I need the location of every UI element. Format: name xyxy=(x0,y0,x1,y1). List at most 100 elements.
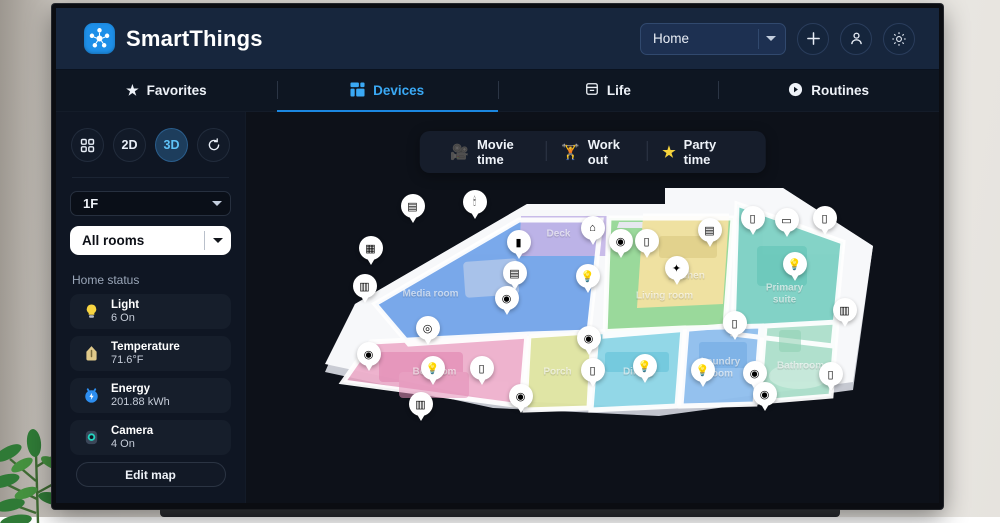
room-backdrop: SmartThings Home xyxy=(0,0,1000,517)
device-pin-washer[interactable]: ◎ xyxy=(416,316,440,346)
tab-life-label: Life xyxy=(607,83,631,98)
thermometer-icon xyxy=(81,344,101,364)
device-pin-ceiling-fan[interactable]: ✦ xyxy=(665,256,689,286)
pin-tip xyxy=(839,317,851,327)
two-d-icon: 2D xyxy=(122,138,138,152)
device-pin-light[interactable]: 💡 xyxy=(421,356,445,386)
device-pin-light[interactable]: 💡 xyxy=(691,358,715,388)
scene-movie-time[interactable]: 🎥 Movie time xyxy=(435,137,546,167)
tv-stand xyxy=(160,508,840,517)
device-pin-camera[interactable]: ◉ xyxy=(609,229,633,259)
device-pin-robot-vacuum[interactable]: ◉ xyxy=(495,286,519,316)
tab-favorites[interactable]: ★ Favorites xyxy=(56,70,277,111)
device-pin-floor-lamp[interactable]: 🕯 xyxy=(463,190,487,220)
pin-tip xyxy=(422,335,434,345)
device-pin-doorbell[interactable]: ⌂ xyxy=(581,216,605,246)
pin-tip xyxy=(587,377,599,387)
device-pin-air-purifier[interactable]: ▯ xyxy=(723,311,747,341)
scene-label: Work out xyxy=(588,137,633,167)
tab-routines-label: Routines xyxy=(811,83,869,98)
map-area[interactable]: 🎥 Movie time 🏋 Work out ★ Party time xyxy=(246,112,939,503)
smartthings-logo-icon xyxy=(84,23,115,54)
device-pin-washer[interactable]: ◉ xyxy=(753,382,777,412)
calendar-icon xyxy=(585,82,599,99)
device-pin-sensor[interactable]: ▯ xyxy=(581,358,605,388)
tab-devices[interactable]: Devices xyxy=(277,70,498,111)
device-pin-tv[interactable]: ▤ xyxy=(401,194,425,224)
pin-tip xyxy=(641,248,653,258)
edit-map-button[interactable]: Edit map xyxy=(76,462,226,487)
device-pin-speaker-tall[interactable]: ▯ xyxy=(813,206,837,236)
tab-life[interactable]: Life xyxy=(498,70,719,111)
rooms-select[interactable]: All rooms xyxy=(70,226,231,255)
header-actions: Home xyxy=(640,23,915,55)
view-mode-3d-button[interactable]: 3D xyxy=(155,128,188,162)
home-select[interactable]: Home xyxy=(640,23,786,55)
chevron-down-icon xyxy=(212,201,222,206)
floorplan-3d[interactable]: Media room Deck Living room Kitchen Prim… xyxy=(313,176,873,436)
device-pin-blind[interactable]: ▥ xyxy=(353,274,377,304)
app-title: SmartThings xyxy=(126,26,263,52)
device-pin-thermometer[interactable]: ▯ xyxy=(819,362,843,392)
status-card-temperature[interactable]: Temperature 71.6°F xyxy=(70,336,231,371)
grid-squares-icon xyxy=(350,82,365,100)
settings-button[interactable] xyxy=(883,23,915,55)
status-card-light[interactable]: Light 6 On xyxy=(70,294,231,329)
device-pin-speaker[interactable]: ▮ xyxy=(507,230,531,260)
person-icon xyxy=(849,31,864,46)
tv-screen: SmartThings Home xyxy=(56,8,939,503)
device-pin-air-dresser[interactable]: ▥ xyxy=(833,298,857,328)
edit-map-label: Edit map xyxy=(125,468,176,482)
pin-tip xyxy=(365,255,377,265)
pin-tip xyxy=(615,248,627,258)
device-pin-remote[interactable]: ▯ xyxy=(741,206,765,236)
tab-routines[interactable]: Routines xyxy=(718,70,939,111)
sidebar-divider xyxy=(72,177,229,178)
device-pin-light[interactable]: 💡 xyxy=(633,354,657,384)
account-button[interactable] xyxy=(840,23,872,55)
status-value: 6 On xyxy=(111,312,139,326)
device-pin-tv-screen[interactable]: ▭ xyxy=(775,208,799,238)
pin-tip xyxy=(582,283,594,293)
device-pin-light[interactable]: 💡 xyxy=(783,252,807,282)
rooms-select-value: All rooms xyxy=(82,233,144,248)
reset-view-button[interactable] xyxy=(197,128,230,162)
pin-tip xyxy=(427,375,439,385)
tab-devices-label: Devices xyxy=(373,83,424,98)
dumbbell-icon: 🏋 xyxy=(561,143,580,161)
pin-tip xyxy=(583,345,595,355)
floor-select[interactable]: 1F xyxy=(70,191,231,217)
status-value: 201.88 kWh xyxy=(111,396,170,410)
pin-tip xyxy=(704,237,716,247)
movie-camera-icon: 🎥 xyxy=(450,143,469,161)
pin-tip xyxy=(825,381,837,391)
device-pin-air-conditioner[interactable]: ▦ xyxy=(359,236,383,266)
view-mode-2d-button[interactable]: 2D xyxy=(113,128,146,162)
device-pin-sensor[interactable]: ▯ xyxy=(470,356,494,386)
device-pin-robot-vacuum[interactable]: ◉ xyxy=(509,384,533,414)
scene-work-out[interactable]: 🏋 Work out xyxy=(546,137,647,167)
device-pin-oven[interactable]: ▤ xyxy=(698,218,722,248)
device-pin-fridge[interactable]: ▯ xyxy=(635,229,659,259)
sidebar: 2D 3D 1F All xyxy=(56,112,246,503)
add-button[interactable] xyxy=(797,23,829,55)
device-pin-blind[interactable]: ▥ xyxy=(409,392,433,422)
select-divider xyxy=(758,29,759,49)
status-card-camera[interactable]: Camera 4 On xyxy=(70,420,231,455)
scene-bar: 🎥 Movie time 🏋 Work out ★ Party time xyxy=(419,131,766,173)
status-card-energy[interactable]: Energy 201.88 kWh xyxy=(70,378,231,413)
pin-tip xyxy=(819,225,831,235)
view-mode-grid-button[interactable] xyxy=(71,128,104,162)
pin-tip xyxy=(415,411,427,421)
rotate-reset-icon xyxy=(206,137,222,153)
status-value: 4 On xyxy=(111,438,153,452)
chevron-down-icon xyxy=(766,36,776,41)
device-pin-camera[interactable]: ◉ xyxy=(577,326,601,356)
pin-tip xyxy=(671,275,683,285)
device-pin-camera[interactable]: ◉ xyxy=(357,342,381,372)
chevron-down-icon xyxy=(213,238,223,243)
pin-tip xyxy=(359,293,371,303)
pin-tip xyxy=(513,249,525,259)
device-pin-light[interactable]: 💡 xyxy=(576,264,600,294)
scene-party-time[interactable]: ★ Party time xyxy=(647,137,750,167)
